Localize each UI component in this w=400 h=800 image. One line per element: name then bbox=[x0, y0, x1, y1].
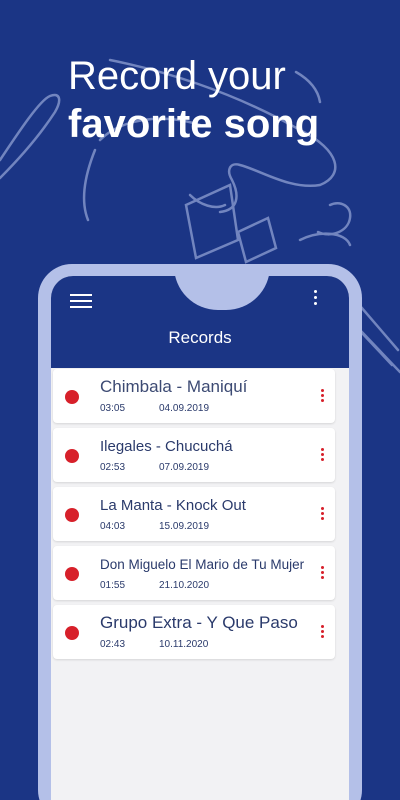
record-item[interactable]: Grupo Extra - Y Que Paso 02:43 10.11.202… bbox=[53, 605, 335, 659]
item-more-icon[interactable] bbox=[319, 625, 325, 641]
record-name: Don Miguelo El Mario de Tu Mujer bbox=[100, 557, 305, 572]
record-dot-icon[interactable] bbox=[65, 508, 79, 522]
record-duration: 03:05 bbox=[100, 403, 126, 414]
record-date: 21.10.2020 bbox=[159, 580, 210, 591]
record-duration: 02:53 bbox=[100, 462, 126, 473]
item-more-icon[interactable] bbox=[319, 507, 325, 523]
more-vert-icon[interactable] bbox=[309, 290, 321, 310]
page-title: Records bbox=[168, 328, 232, 347]
item-more-icon[interactable] bbox=[319, 389, 325, 405]
record-duration: 01:55 bbox=[100, 580, 126, 591]
headline-line-2: favorite song bbox=[68, 102, 320, 146]
record-item[interactable]: La Manta - Knock Out 04:03 15.09.2019 bbox=[53, 487, 335, 541]
record-item[interactable]: Don Miguelo El Mario de Tu Mujer 01:55 2… bbox=[53, 546, 335, 600]
item-more-icon[interactable] bbox=[319, 448, 325, 464]
record-item[interactable]: Ilegales - Chucuchá 02:53 07.09.2019 bbox=[53, 428, 335, 482]
record-name: La Manta - Knock Out bbox=[100, 497, 246, 514]
hamburger-menu-icon[interactable] bbox=[70, 294, 92, 308]
record-dot-icon[interactable] bbox=[65, 626, 79, 640]
item-more-icon[interactable] bbox=[319, 566, 325, 582]
record-date: 15.09.2019 bbox=[159, 521, 210, 532]
record-date: 04.09.2019 bbox=[159, 403, 210, 414]
record-name: Ilegales - Chucuchá bbox=[100, 438, 233, 455]
phone-side-button-lower bbox=[354, 454, 362, 516]
record-date: 10.11.2020 bbox=[159, 639, 209, 650]
phone-side-button-upper bbox=[354, 340, 362, 402]
record-duration: 02:43 bbox=[100, 639, 126, 650]
headline: Record your favorite song bbox=[68, 52, 319, 148]
record-dot-icon[interactable] bbox=[65, 390, 79, 404]
record-name: Chimbala - Maniquí bbox=[100, 377, 248, 396]
phone-screen: Records Chimbala - Maniquí 03:05 04.09.2… bbox=[51, 276, 349, 800]
record-date: 07.09.2019 bbox=[159, 462, 210, 473]
record-duration: 04:03 bbox=[100, 521, 126, 532]
record-name: Grupo Extra - Y Que Paso bbox=[100, 613, 298, 632]
headline-line-1: Record your bbox=[68, 54, 286, 98]
record-dot-icon[interactable] bbox=[65, 449, 79, 463]
record-item[interactable]: Chimbala - Maniquí 03:05 04.09.2019 bbox=[53, 369, 335, 423]
record-dot-icon[interactable] bbox=[65, 567, 79, 581]
